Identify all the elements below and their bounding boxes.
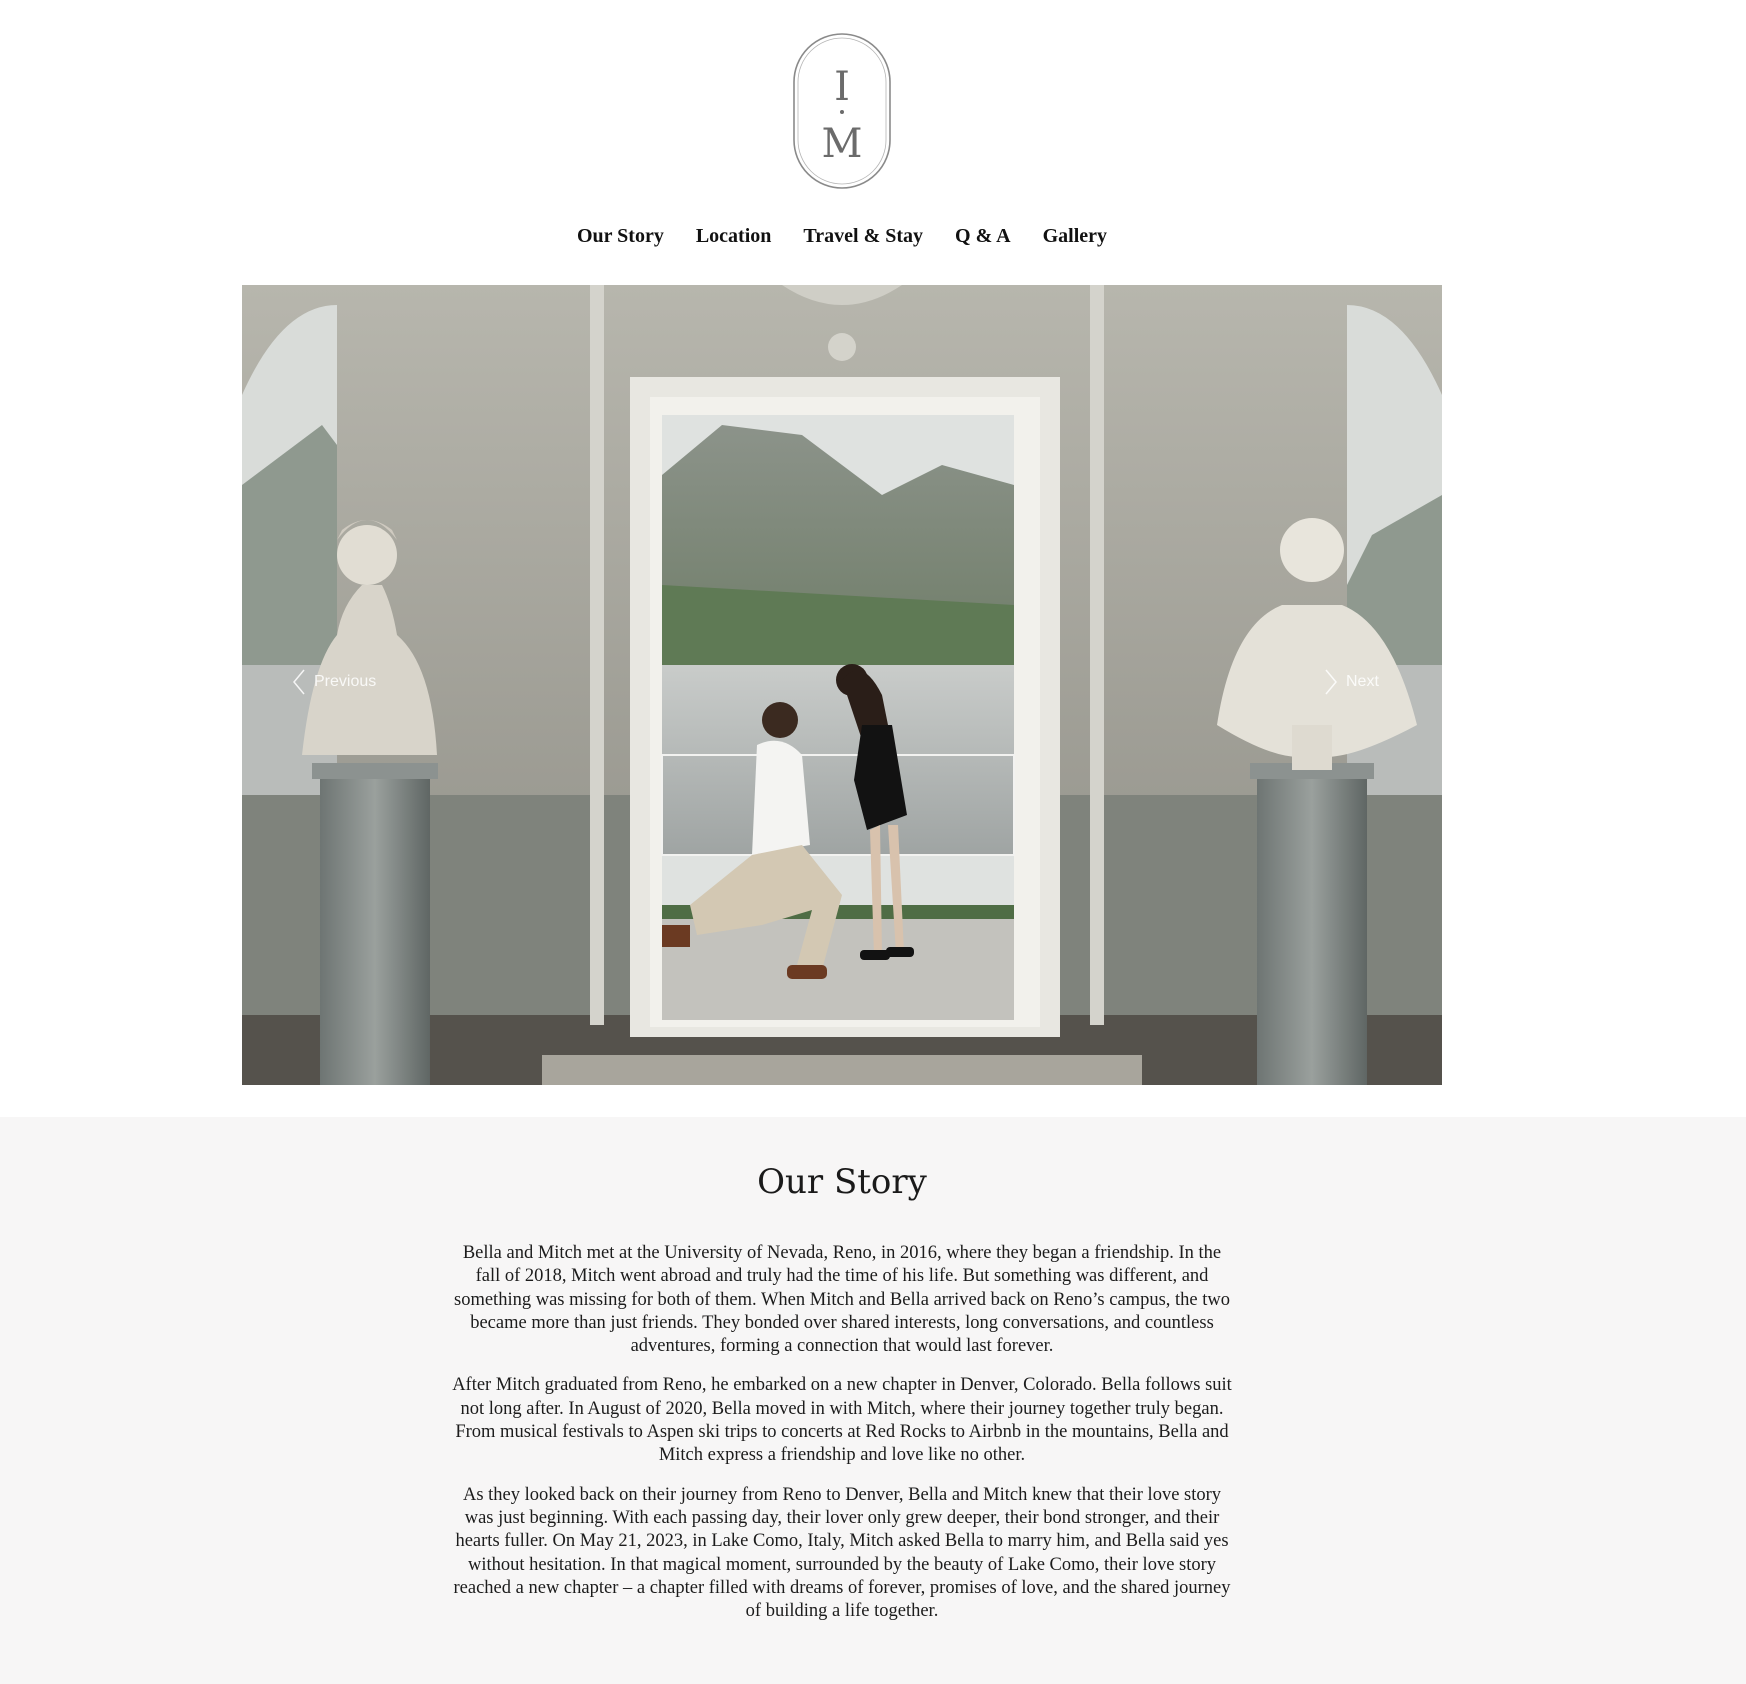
story-body: Bella and Mitch met at the University of… [452, 1242, 1232, 1639]
our-story-section: Our Story Bella and Mitch met at the Uni… [0, 1117, 1746, 1684]
main-nav: Our Story Location Travel & Stay Q & A G… [0, 225, 1684, 248]
nav-link-qa[interactable]: Q & A [955, 225, 1011, 248]
story-paragraph: Bella and Mitch met at the University of… [454, 1243, 1230, 1357]
nav-link-location[interactable]: Location [696, 225, 772, 248]
chevron-left-icon [293, 669, 305, 695]
story-paragraph: After Mitch graduated from Reno, he emba… [452, 1375, 1232, 1466]
slideshow-next-label: Next [1346, 673, 1379, 690]
nav-link-travel-stay[interactable]: Travel & Stay [803, 225, 923, 248]
slideshow-next-button[interactable]: Next [1324, 668, 1379, 696]
chevron-right-icon [1325, 669, 1337, 695]
nav-link-gallery[interactable]: Gallery [1043, 225, 1107, 248]
slideshow-previous-label: Previous [314, 673, 377, 690]
monogram-letter-bottom: M [822, 121, 863, 167]
nav-link-our-story[interactable]: Our Story [577, 225, 664, 248]
story-paragraph: As they looked back on their journey fro… [453, 1484, 1231, 1622]
monogram-letter-top: I [834, 64, 850, 110]
slideshow-previous-button[interactable]: Previous [292, 668, 376, 696]
section-title: Our Story [757, 1162, 927, 1202]
proposal-photo [242, 285, 1442, 1085]
monogram-logo[interactable]: I M [792, 32, 892, 190]
hero-slideshow[interactable] [242, 285, 1442, 1085]
